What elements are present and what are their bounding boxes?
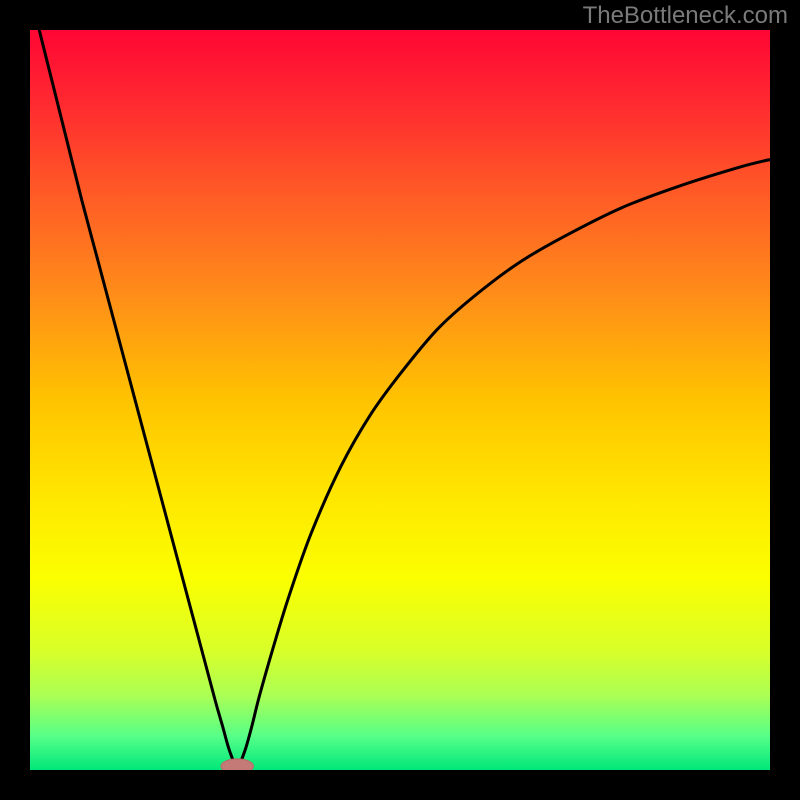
frame-right bbox=[770, 0, 800, 800]
frame-left bbox=[0, 0, 30, 800]
chart-root: { "watermark": "TheBottleneck.com", "col… bbox=[0, 0, 800, 800]
plot-svg bbox=[0, 0, 800, 800]
frame-bottom bbox=[0, 770, 800, 800]
plot-background bbox=[30, 30, 770, 770]
watermark-text: TheBottleneck.com bbox=[583, 2, 788, 30]
